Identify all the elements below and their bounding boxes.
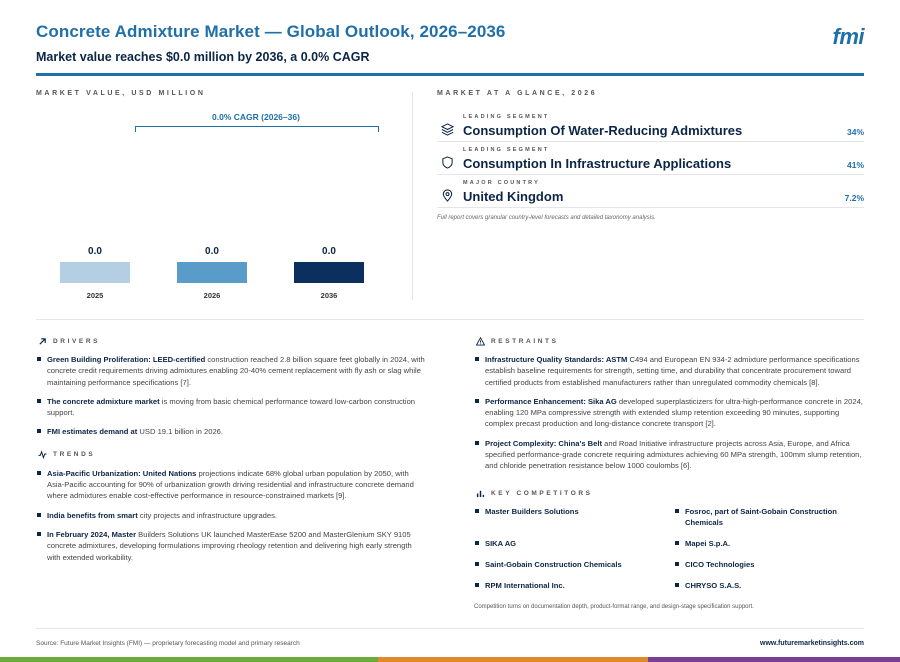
glance-row-application: LEADING SEGMENT Consumption In Infrastru… bbox=[437, 142, 864, 175]
glance-row-value: United Kingdom bbox=[463, 189, 564, 204]
footer: Source: Future Market Insights (FMI) — p… bbox=[36, 628, 864, 648]
bar-category-label: 2025 bbox=[87, 291, 104, 300]
bar-2036 bbox=[294, 262, 364, 283]
website-link[interactable]: www.futuremarketinsights.com bbox=[760, 640, 864, 647]
market-value-bar-chart: 0.0 2025 0.0 2026 0.0 2036 bbox=[60, 246, 364, 300]
bar-value-label: 0.0 bbox=[88, 246, 102, 257]
glance-row-share: 7.2% bbox=[844, 193, 864, 203]
vertical-divider bbox=[412, 92, 413, 300]
trend-line-icon bbox=[38, 450, 47, 460]
horizontal-divider bbox=[36, 319, 864, 320]
source-note: Source: Future Market Insights (FMI) — p… bbox=[36, 640, 300, 647]
glance-row-country: MAJOR COUNTRY United Kingdom 7.2% bbox=[437, 175, 864, 208]
restraint-lead: Infrastructure Quality Standards: ASTM bbox=[485, 355, 628, 364]
driver-text: USD 19.1 billion in 2026. bbox=[137, 427, 224, 437]
trend-item: Asia-Pacific Urbanization: United Nation… bbox=[36, 468, 426, 502]
glance-row-label: LEADING SEGMENT bbox=[463, 114, 550, 120]
layers-icon bbox=[441, 123, 454, 136]
competitors-heading: KEY COMPETITORS bbox=[476, 488, 864, 498]
bar-value-label: 0.0 bbox=[322, 246, 336, 257]
warning-icon bbox=[476, 336, 485, 346]
bar-chart-icon bbox=[476, 490, 485, 497]
trend-lead: In February 2024, Master bbox=[47, 529, 137, 539]
driver-lead: Green Building Proliferation: LEED-certi… bbox=[47, 355, 206, 364]
location-pin-icon bbox=[442, 189, 453, 202]
driver-item: The concrete admixture market is moving … bbox=[36, 396, 426, 419]
glance-row-segment: LEADING SEGMENT Consumption Of Water-Red… bbox=[437, 109, 864, 142]
arrow-up-right-icon bbox=[39, 337, 46, 345]
glance-note: Full report covers granular country-leve… bbox=[437, 215, 656, 221]
restraint-lead: Performance Enhancement: Sika AG bbox=[485, 396, 617, 406]
trend-lead: Asia-Pacific Urbanization: United Nation… bbox=[47, 468, 197, 478]
shield-icon bbox=[442, 156, 453, 169]
competitor-grid: Master Builders Solutions Fosroc, part o… bbox=[474, 506, 864, 594]
competitor-item: Fosroc, part of Saint-Gobain Constructio… bbox=[674, 506, 854, 529]
key-competitors: KEY COMPETITORS Master Builders Solution… bbox=[474, 488, 864, 594]
trends-label: TRENDS bbox=[53, 451, 96, 459]
bar-category-label: 2036 bbox=[321, 291, 338, 300]
restraint-lead: Project Complexity: China's Belt bbox=[485, 438, 603, 448]
competitor-item: Saint-Gobain Construction Chemicals bbox=[474, 559, 654, 570]
drivers-label: DRIVERS bbox=[53, 337, 101, 345]
restraint-item: Project Complexity: China's Belt and Roa… bbox=[474, 438, 864, 472]
glance-row-label: LEADING SEGMENT bbox=[463, 147, 550, 153]
bar-value-label: 0.0 bbox=[205, 246, 219, 257]
glance-row-value: Consumption In Infrastructure Applicatio… bbox=[463, 156, 732, 171]
trend-item: In February 2024, Master Builders Soluti… bbox=[36, 529, 426, 563]
restraints-heading: RESTRAINTS bbox=[476, 336, 864, 346]
glance-row-share: 41% bbox=[846, 160, 864, 170]
bar-category-label: 2026 bbox=[204, 291, 221, 300]
bar-2026 bbox=[177, 262, 247, 283]
stripe-purple bbox=[648, 657, 900, 662]
stripe-green bbox=[0, 657, 378, 662]
page-title: Concrete Admixture Market — Global Outlo… bbox=[36, 22, 506, 41]
glance-row-value: Consumption Of Water-Reducing Admixtures bbox=[463, 123, 743, 138]
competitor-item: Mapei S.p.A. bbox=[674, 538, 854, 549]
page-subtitle: Market value reaches $0.0 million by 203… bbox=[36, 50, 370, 64]
glance-row-label: MAJOR COUNTRY bbox=[463, 180, 540, 186]
drivers-heading: DRIVERS bbox=[38, 336, 426, 346]
fmi-logo: fmi bbox=[832, 24, 865, 49]
market-value-panel: MARKET VALUE, USD MILLION 0.0% CAGR (202… bbox=[36, 90, 406, 300]
trend-text: city projects and infrastructure upgrade… bbox=[137, 510, 278, 520]
restraint-item: Infrastructure Quality Standards: ASTM C… bbox=[474, 354, 864, 388]
drivers-trends-column: DRIVERS Green Building Proliferation: LE… bbox=[36, 336, 426, 563]
glance-label: MARKET AT A GLANCE, 2026 bbox=[437, 90, 598, 97]
competitor-item: SIKA AG bbox=[474, 538, 654, 549]
competitors-note: Competition turns on documentation depth… bbox=[474, 604, 754, 610]
driver-lead: The concrete admixture market bbox=[47, 396, 160, 406]
driver-item: Green Building Proliferation: LEED-certi… bbox=[36, 354, 426, 388]
trends-heading: TRENDS bbox=[38, 450, 426, 460]
bar-2025 bbox=[60, 262, 130, 283]
competitors-label: KEY COMPETITORS bbox=[491, 489, 593, 497]
competitor-item: Master Builders Solutions bbox=[474, 506, 654, 517]
brand-stripe bbox=[0, 657, 900, 662]
trend-lead: India benefits from smart bbox=[47, 510, 138, 520]
report-header: Concrete Admixture Market — Global Outlo… bbox=[36, 22, 864, 76]
driver-item: FMI estimates demand at USD 19.1 billion… bbox=[36, 426, 426, 437]
trend-item: India benefits from smart city projects … bbox=[36, 510, 426, 521]
competitor-item: RPM International Inc. bbox=[474, 580, 654, 591]
restraint-item: Performance Enhancement: Sika AG develop… bbox=[474, 396, 864, 430]
competitor-item: CHRYSO S.A.S. bbox=[674, 580, 854, 591]
glance-row-share: 34% bbox=[846, 127, 864, 137]
stripe-orange bbox=[378, 657, 648, 662]
restraints-label: RESTRAINTS bbox=[491, 337, 559, 345]
competitor-item: CICO Technologies bbox=[674, 559, 854, 570]
restraints-column: RESTRAINTS Infrastructure Quality Standa… bbox=[474, 336, 864, 472]
driver-lead: FMI estimates demand at bbox=[47, 427, 138, 437]
market-at-a-glance: MARKET AT A GLANCE, 2026 LEADING SEGMENT… bbox=[437, 90, 864, 221]
